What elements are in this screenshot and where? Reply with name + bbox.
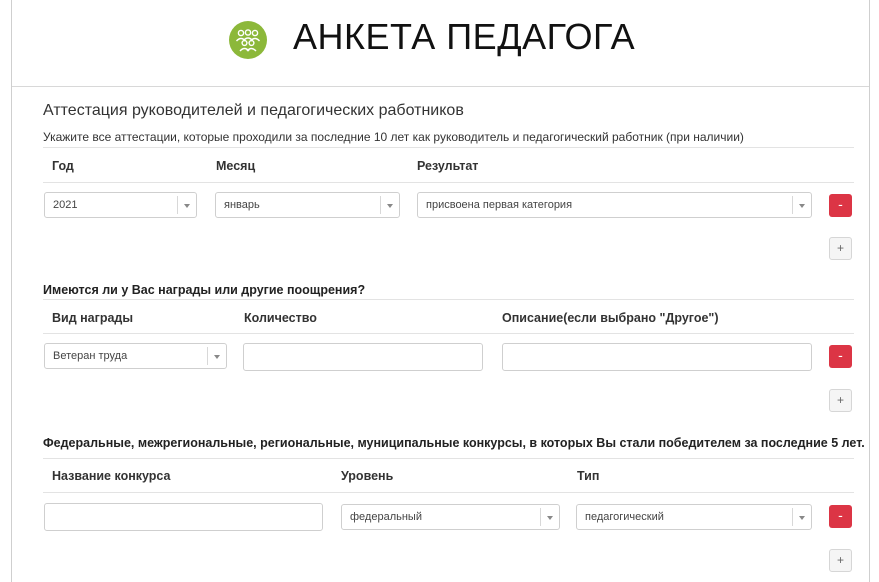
award-type-select-value: Ветеран труда [53, 350, 128, 362]
divider [43, 458, 854, 459]
people-group-icon [229, 21, 267, 59]
chevron-down-icon [380, 196, 399, 214]
result-select-value: присвоена первая категория [426, 199, 573, 211]
column-header-result: Результат [417, 159, 479, 173]
chevron-down-icon [792, 508, 811, 526]
divider [43, 182, 854, 183]
add-contest-button[interactable]: + [829, 549, 852, 572]
column-header-contest-level: Уровень [341, 469, 394, 483]
award-description-input[interactable] [502, 343, 812, 371]
column-header-award-count: Количество [244, 311, 317, 325]
contest-name-input[interactable] [44, 503, 323, 531]
contest-level-select[interactable]: федеральный [341, 504, 560, 530]
chevron-down-icon [792, 196, 811, 214]
column-header-award-type: Вид награды [52, 311, 134, 325]
contest-type-select[interactable]: педагогический [576, 504, 812, 530]
divider [43, 492, 854, 493]
divider [43, 147, 854, 148]
result-select[interactable]: присвоена первая категория [417, 192, 812, 218]
award-type-select[interactable]: Ветеран труда [44, 343, 227, 369]
chevron-down-icon [207, 347, 226, 365]
chevron-down-icon [177, 196, 196, 214]
awards-section-title: Имеются ли у Вас награды или другие поощ… [43, 283, 366, 297]
column-header-award-description: Описание(если выбрано "Другое") [502, 311, 719, 325]
year-select[interactable]: 2021 [44, 192, 197, 218]
contest-level-select-value: федеральный [350, 511, 422, 523]
column-header-contest-name: Название конкурса [52, 469, 171, 483]
attestation-hint: Укажите все аттестации, которые проходил… [43, 130, 744, 144]
attestation-section-title: Аттестация руководителей и педагогически… [43, 102, 464, 119]
contests-section-title: Федеральные, межрегиональные, региональн… [43, 436, 865, 450]
month-select[interactable]: январь [215, 192, 400, 218]
year-select-value: 2021 [53, 199, 78, 211]
remove-award-button[interactable]: - [829, 345, 852, 368]
column-header-contest-type: Тип [577, 469, 600, 483]
column-header-year: Год [52, 159, 74, 173]
add-award-button[interactable]: + [829, 389, 852, 412]
month-select-value: январь [224, 199, 260, 211]
page-header: АНКЕТА ПЕДАГОГА [12, 0, 869, 87]
page-title: АНКЕТА ПЕДАГОГА [293, 16, 636, 57]
contest-type-select-value: педагогический [585, 511, 664, 523]
divider [43, 333, 854, 334]
form-frame: АНКЕТА ПЕДАГОГА Аттестация руководителей… [11, 0, 870, 582]
award-count-input[interactable] [243, 343, 483, 371]
divider [43, 299, 854, 300]
column-header-month: Месяц [216, 159, 256, 173]
add-attestation-button[interactable]: + [829, 237, 852, 260]
remove-attestation-button[interactable]: - [829, 194, 852, 217]
remove-contest-button[interactable]: - [829, 505, 852, 528]
chevron-down-icon [540, 508, 559, 526]
